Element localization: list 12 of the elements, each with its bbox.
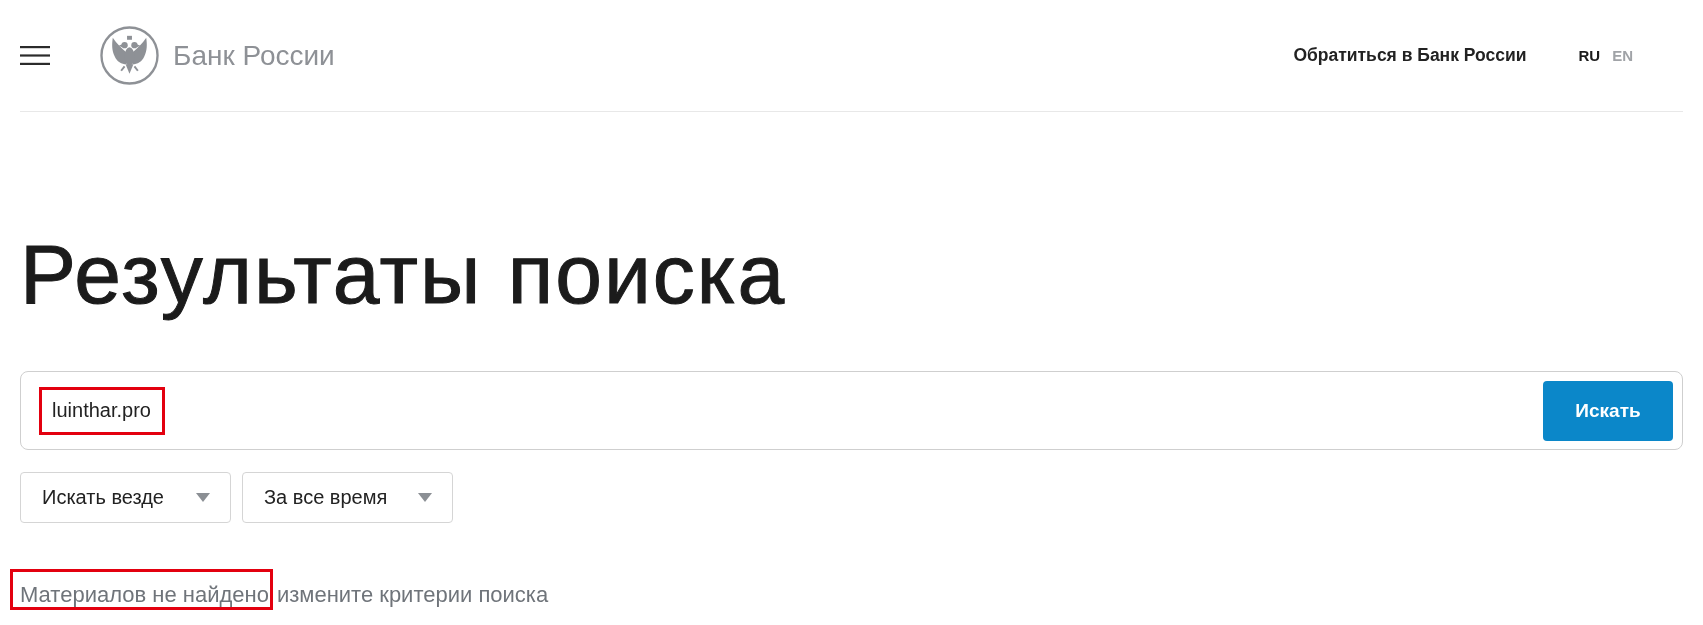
filter-dropdown[interactable]: За все время [242,472,453,523]
search-field[interactable]: luinthar.pro Искать [20,371,1683,450]
search-button[interactable]: Искать [1543,380,1673,441]
caret-icon [196,493,210,502]
message-text: Материалов не найдено [20,582,269,607]
language-tab[interactable]: RU [1578,47,1601,64]
contact-link[interactable]: Обратиться в Банк России [1293,45,1527,66]
caret-icon [418,493,432,502]
eagle-emblem-icon [100,26,159,85]
menu-icon[interactable] [20,46,50,65]
message-text: измените критерии поиска [276,582,549,607]
filter-dropdown[interactable]: Искать везде [20,472,231,523]
